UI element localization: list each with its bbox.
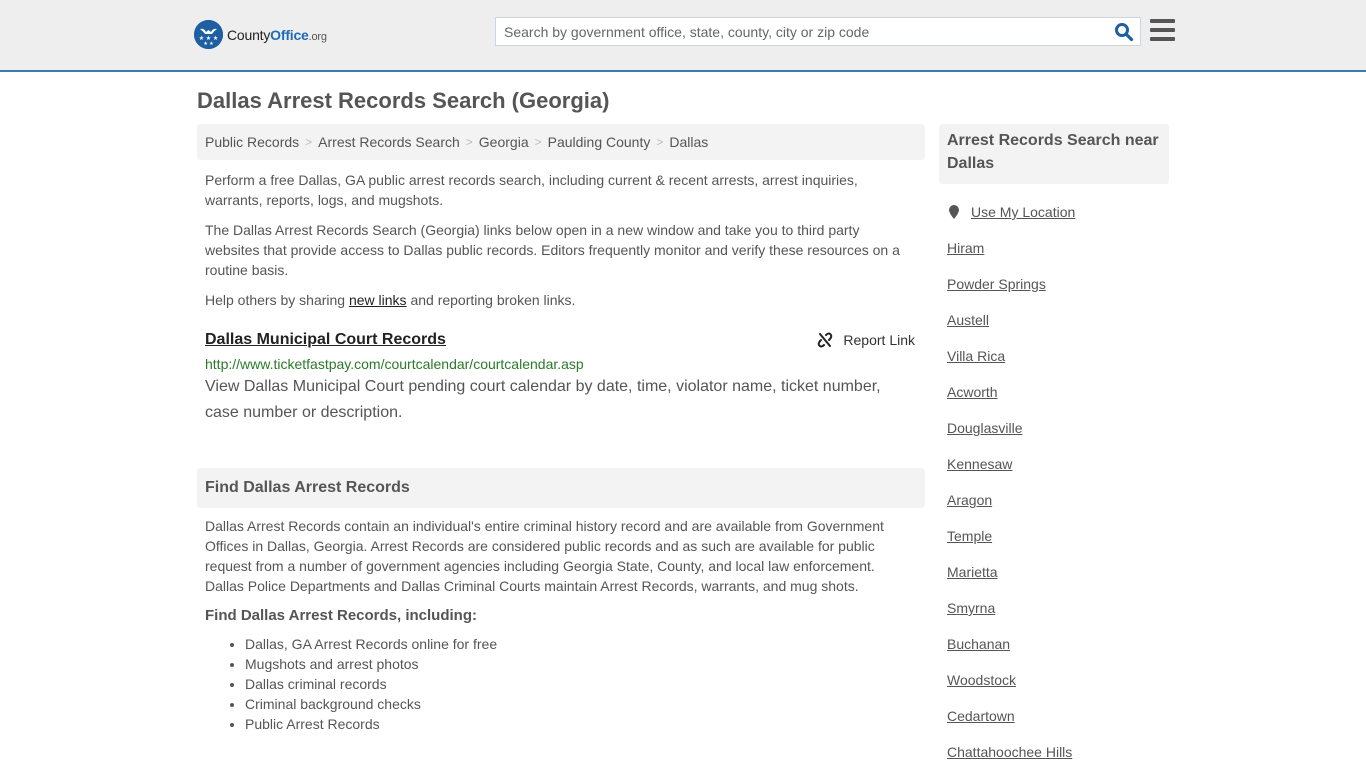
result-url: http://www.ticketfastpay.com/courtcalend… (205, 356, 584, 372)
city-link-douglasville[interactable]: Douglasville (947, 418, 1169, 438)
share-text-after: and reporting broken links. (406, 292, 576, 308)
site-header: ★ ★ ★ ★ ★ CountyOffice.org (0, 0, 1366, 72)
page-title: Dallas Arrest Records Search (Georgia) (197, 88, 610, 113)
site-logo[interactable]: ★ ★ ★ ★ ★ CountyOffice.org (194, 20, 327, 49)
breadcrumb-arrest-records-search[interactable]: Arrest Records Search (318, 134, 460, 150)
result-description: View Dallas Municipal Court pending cour… (205, 378, 881, 421)
list-item: Dallas criminal records (245, 674, 925, 694)
breadcrumb-public-records[interactable]: Public Records (205, 134, 299, 150)
intro-paragraph-1: Perform a free Dallas, GA public arrest … (205, 172, 858, 208)
city-link-chattahoochee-hills[interactable]: Chattahoochee Hills (947, 742, 1169, 762)
hamburger-line (1150, 37, 1175, 41)
logo-text-org: .org (308, 30, 327, 43)
city-link-cedartown[interactable]: Cedartown (947, 706, 1169, 726)
breadcrumb-georgia[interactable]: Georgia (479, 134, 529, 150)
svg-text:★ ★: ★ ★ (203, 41, 214, 47)
hamburger-menu-icon (1150, 19, 1175, 23)
city-link-hiram[interactable]: Hiram (947, 238, 1169, 258)
breadcrumb-separator: > (534, 135, 542, 149)
city-link-acworth[interactable]: Acworth (947, 382, 1169, 402)
new-links-link[interactable]: new links (349, 292, 407, 308)
report-link-label: Report Link (843, 332, 915, 348)
find-records-body: Dallas Arrest Records contain an individ… (205, 518, 884, 594)
intro-paragraph-3: Help others by sharing new links and rep… (197, 290, 925, 310)
breadcrumb-separator: > (465, 135, 473, 149)
report-link-button[interactable]: Report Link (817, 332, 915, 348)
find-records-heading: Find Dallas Arrest Records (197, 468, 925, 508)
search-button[interactable] (1114, 22, 1134, 42)
search-input[interactable] (496, 18, 1096, 45)
share-text-before: Help others by sharing (205, 292, 349, 308)
breadcrumb-paulding-county[interactable]: Paulding County (548, 134, 651, 150)
sidebar: Arrest Records Search near Dallas Use My… (939, 124, 1169, 762)
city-link-austell[interactable]: Austell (947, 310, 1169, 330)
main-content: Public Records > Arrest Records Search >… (197, 124, 925, 734)
city-link-smyrna[interactable]: Smyrna (947, 598, 1169, 618)
search-icon (1115, 23, 1134, 42)
city-link-marietta[interactable]: Marietta (947, 562, 1169, 582)
breadcrumb-separator: > (305, 135, 313, 149)
broken-link-icon (818, 332, 833, 348)
use-my-location: Use My Location (947, 202, 1169, 222)
logo-text: CountyOffice.org (227, 27, 327, 43)
sidebar-heading: Arrest Records Search near Dallas (939, 124, 1169, 184)
intro-paragraph-2: The Dallas Arrest Records Search (Georgi… (205, 222, 900, 278)
city-link-woodstock[interactable]: Woodstock (947, 670, 1169, 690)
city-link-villa-rica[interactable]: Villa Rica (947, 346, 1169, 366)
use-my-location-link[interactable]: Use My Location (971, 204, 1075, 220)
list-item: Public Arrest Records (245, 714, 925, 734)
city-link-temple[interactable]: Temple (947, 526, 1169, 546)
list-item: Mugshots and arrest photos (245, 654, 925, 674)
hamburger-line (1150, 28, 1175, 32)
result-item: Dallas Municipal Court Records Report Li… (197, 330, 925, 426)
city-link-powder-springs[interactable]: Powder Springs (947, 274, 1169, 294)
find-records-list: Dallas, GA Arrest Records online for fre… (197, 634, 925, 734)
city-link-aragon[interactable]: Aragon (947, 490, 1169, 510)
logo-emblem-icon: ★ ★ ★ ★ ★ (194, 20, 223, 49)
search-bar (495, 17, 1141, 46)
logo-text-county: County (227, 26, 271, 43)
breadcrumb-separator: > (656, 135, 664, 149)
map-pin-icon (949, 205, 959, 219)
logo-text-office: Office (270, 26, 309, 43)
breadcrumb-dallas[interactable]: Dallas (669, 134, 708, 150)
city-link-kennesaw[interactable]: Kennesaw (947, 454, 1169, 474)
find-records-subheading: Find Dallas Arrest Records, including: (205, 607, 477, 624)
list-item: Dallas, GA Arrest Records online for fre… (245, 634, 925, 654)
result-title-link[interactable]: Dallas Municipal Court Records (205, 331, 446, 348)
city-link-buchanan[interactable]: Buchanan (947, 634, 1169, 654)
breadcrumb: Public Records > Arrest Records Search >… (197, 124, 925, 160)
list-item: Criminal background checks (245, 694, 925, 714)
hamburger-menu-button[interactable] (1150, 19, 1175, 41)
nearby-cities-list: Use My Location Hiram Powder Springs Aus… (939, 202, 1169, 762)
